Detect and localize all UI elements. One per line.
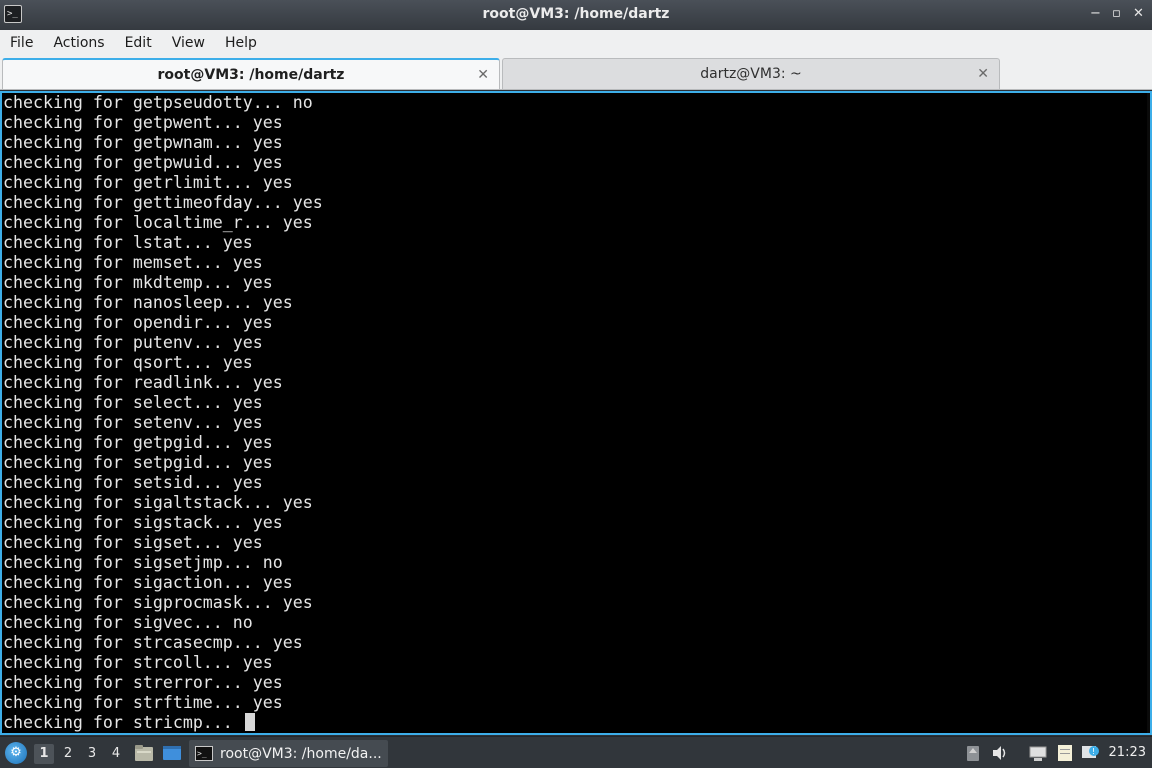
desktop-3-button[interactable]: 3 xyxy=(82,744,102,764)
clock[interactable]: 21:23 xyxy=(1109,745,1146,760)
tab-label: dartz@VM3: ~ xyxy=(700,66,802,82)
desktop-2-button[interactable]: 2 xyxy=(58,744,78,764)
terminal-line: checking for select... yes xyxy=(3,393,263,412)
terminal-line: checking for sigaction... yes xyxy=(3,573,293,592)
terminal-line: checking for putenv... yes xyxy=(3,333,263,352)
menu-file[interactable]: File xyxy=(10,35,33,51)
terminal-line: checking for sigset... yes xyxy=(3,533,263,552)
volume-icon[interactable] xyxy=(990,744,1010,762)
network-icon[interactable] xyxy=(1028,744,1048,762)
close-button[interactable]: ✕ xyxy=(1133,6,1144,22)
svg-text:!: ! xyxy=(1092,747,1095,756)
file-manager-icon[interactable] xyxy=(134,744,154,762)
terminal-line: checking for sigsetjmp... no xyxy=(3,553,283,572)
terminal-line: checking for strcasecmp... yes xyxy=(3,633,303,652)
taskbar: ⚙ 1 2 3 4 >_ root@VM3: /home/da... ! 21:… xyxy=(0,736,1152,768)
terminal-line: checking for strftime... yes xyxy=(3,693,283,712)
terminal-view[interactable]: checking for getpseudotty... no checking… xyxy=(0,91,1152,735)
terminal-line: checking for getpseudotty... no xyxy=(3,93,313,112)
tab-root-session[interactable]: root@VM3: /home/dartz ✕ xyxy=(2,58,500,89)
notes-icon[interactable] xyxy=(1055,744,1075,762)
terminal-task-icon: >_ xyxy=(195,746,213,761)
terminal-line: checking for qsort... yes xyxy=(3,353,253,372)
terminal-line: checking for sigstack... yes xyxy=(3,513,283,532)
window-titlebar[interactable]: >_ root@VM3: /home/dartz − ▫ ✕ xyxy=(0,0,1152,30)
terminal-line: checking for sigvec... no xyxy=(3,613,253,632)
menu-actions[interactable]: Actions xyxy=(53,35,104,51)
terminal-current-line: checking for stricmp... xyxy=(3,713,243,732)
terminal-line: checking for setpgid... yes xyxy=(3,453,273,472)
terminal-line: checking for getpwuid... yes xyxy=(3,153,283,172)
terminal-line: checking for lstat... yes xyxy=(3,233,253,252)
terminal-line: checking for nanosleep... yes xyxy=(3,293,293,312)
terminal-line: checking for setsid... yes xyxy=(3,473,263,492)
terminal-line: checking for memset... yes xyxy=(3,253,263,272)
terminal-line: checking for getpwnam... yes xyxy=(3,133,283,152)
menu-view[interactable]: View xyxy=(172,35,205,51)
terminal-line: checking for setenv... yes xyxy=(3,413,263,432)
maximize-button[interactable]: ▫ xyxy=(1112,6,1121,22)
clipboard-icon[interactable] xyxy=(963,744,983,762)
terminal-line: checking for localtime_r... yes xyxy=(3,213,313,232)
terminal-line: checking for readlink... yes xyxy=(3,373,283,392)
desktop-1-button[interactable]: 1 xyxy=(34,744,54,764)
tab-dartz-session[interactable]: dartz@VM3: ~ ✕ xyxy=(502,58,1000,89)
terminal-line: checking for mkdtemp... yes xyxy=(3,273,273,292)
show-desktop-icon[interactable] xyxy=(162,744,182,762)
window-title: root@VM3: /home/dartz xyxy=(482,6,670,22)
terminal-line: checking for getpwent... yes xyxy=(3,113,283,132)
taskbar-window-button[interactable]: >_ root@VM3: /home/da... xyxy=(189,740,388,767)
menu-bar: File Actions Edit View Help xyxy=(0,30,1152,56)
terminal-line: checking for strerror... yes xyxy=(3,673,283,692)
terminal-line: checking for opendir... yes xyxy=(3,313,273,332)
tab-bar: root@VM3: /home/dartz ✕ dartz@VM3: ~ ✕ xyxy=(0,56,1152,90)
start-menu-icon[interactable]: ⚙ xyxy=(5,742,27,764)
update-notifier-icon[interactable]: ! xyxy=(1080,744,1100,762)
menu-edit[interactable]: Edit xyxy=(125,35,152,51)
terminal-line: checking for getpgid... yes xyxy=(3,433,273,452)
terminal-scrollbar[interactable] xyxy=(1147,93,1150,733)
menu-help[interactable]: Help xyxy=(225,35,257,51)
terminal-line: checking for sigprocmask... yes xyxy=(3,593,313,612)
terminal-line: checking for strcoll... yes xyxy=(3,653,273,672)
terminal-output: checking for getpseudotty... no checking… xyxy=(2,93,1150,733)
terminal-line: checking for sigaltstack... yes xyxy=(3,493,313,512)
tab-label: root@VM3: /home/dartz xyxy=(157,66,345,83)
tab-close-icon[interactable]: ✕ xyxy=(977,66,989,82)
text-cursor xyxy=(244,713,255,731)
desktop-4-button[interactable]: 4 xyxy=(106,744,126,764)
terminal-line: checking for getrlimit... yes xyxy=(3,173,293,192)
terminal-line: checking for gettimeofday... yes xyxy=(3,193,323,212)
minimize-button[interactable]: − xyxy=(1090,6,1101,22)
taskbar-window-label: root@VM3: /home/da... xyxy=(220,745,382,762)
tab-close-icon[interactable]: ✕ xyxy=(477,67,489,83)
